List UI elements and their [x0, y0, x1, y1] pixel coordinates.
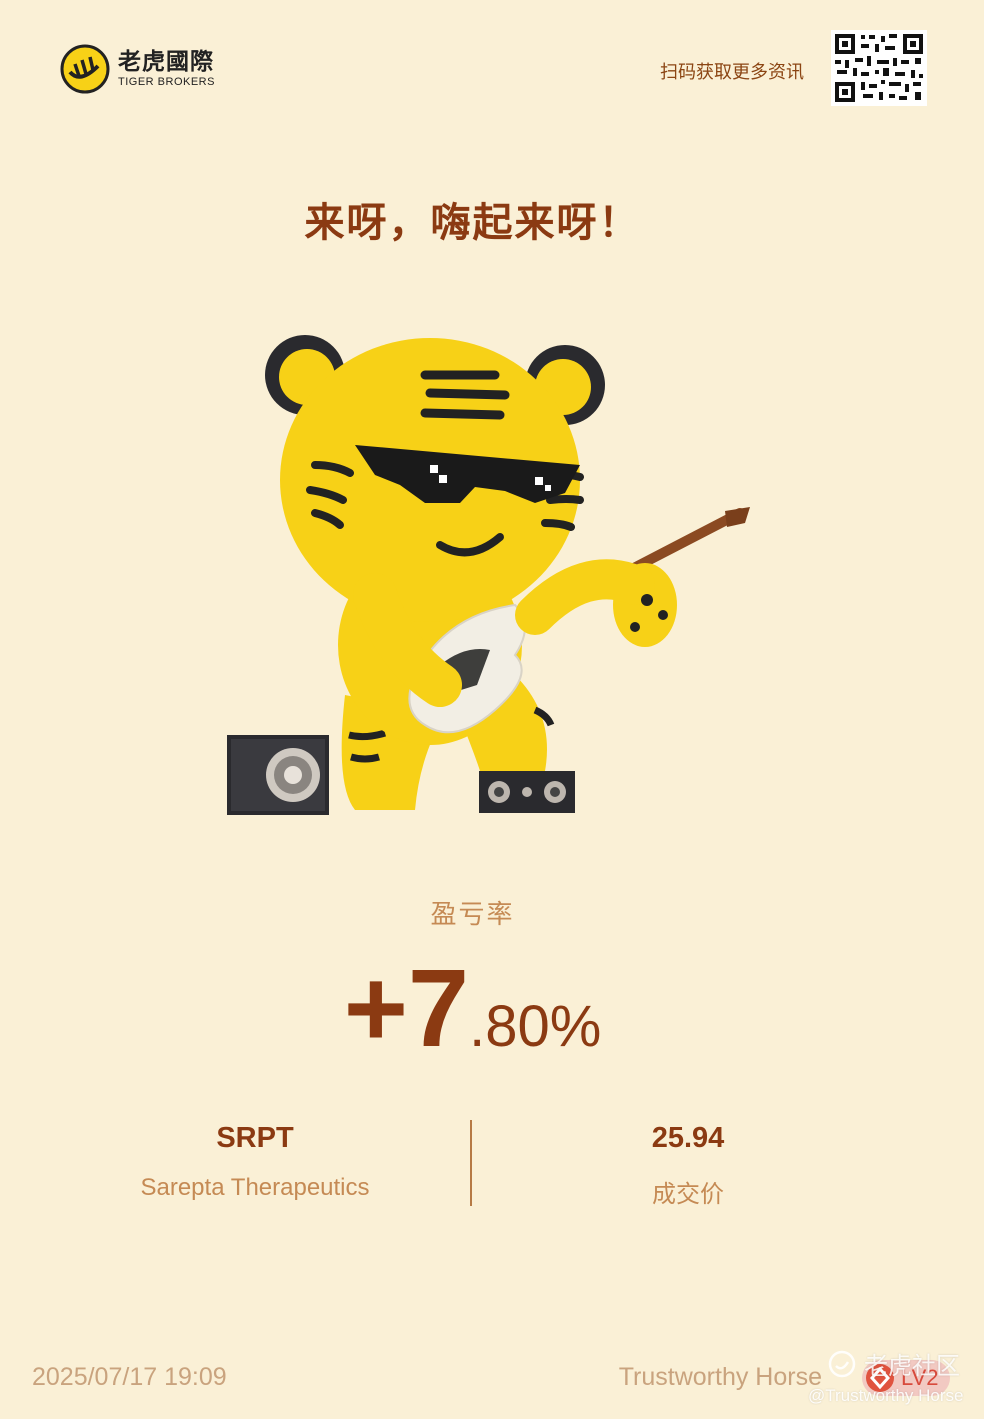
qr-code[interactable] [831, 30, 927, 106]
qr-code-image [831, 30, 927, 106]
watermark: 老虎社区 [828, 1346, 960, 1381]
company-name: Sarepta Therapeutics [140, 1174, 370, 1201]
divider [470, 1120, 472, 1206]
brand-name-en: TIGER BROKERS [118, 76, 215, 88]
stock-ticker: SRPT [216, 1122, 294, 1154]
watermark-name: 老虎社区 [864, 1352, 960, 1380]
trade-price-label: 成交价 [652, 1180, 724, 1208]
profit-rate-integer: +7 [343, 947, 470, 1070]
profit-rate-label: 盈亏率 [430, 900, 515, 930]
tiger-logo-icon [60, 44, 110, 94]
scan-prompt: 扫码获取更多资讯 [660, 62, 804, 83]
profit-rate-decimal: .80% [469, 994, 602, 1059]
community-logo-icon [828, 1350, 856, 1377]
brand-logo: 老虎國際 TIGER BROKERS [60, 44, 215, 94]
username[interactable]: Trustworthy Horse [619, 1363, 822, 1392]
watermark-handle: @Trustworthy Horse [808, 1386, 964, 1405]
profit-rate-value: +7.80% [0, 945, 945, 1072]
brand-name-cn: 老虎國際 [118, 49, 214, 75]
speaker-icon [479, 771, 575, 813]
share-card: 老虎國際 TIGER BROKERS 扫码获取更多资讯 来呀，嗨起来呀！ 盈亏率… [0, 0, 984, 1419]
trade-price: 25.94 [651, 1122, 725, 1154]
tiger-guitar-mascot [227, 335, 750, 815]
timestamp: 2025/07/17 19:09 [32, 1363, 227, 1391]
headline: 来呀，嗨起来呀！ [304, 200, 641, 246]
speaker-icon [227, 735, 329, 815]
